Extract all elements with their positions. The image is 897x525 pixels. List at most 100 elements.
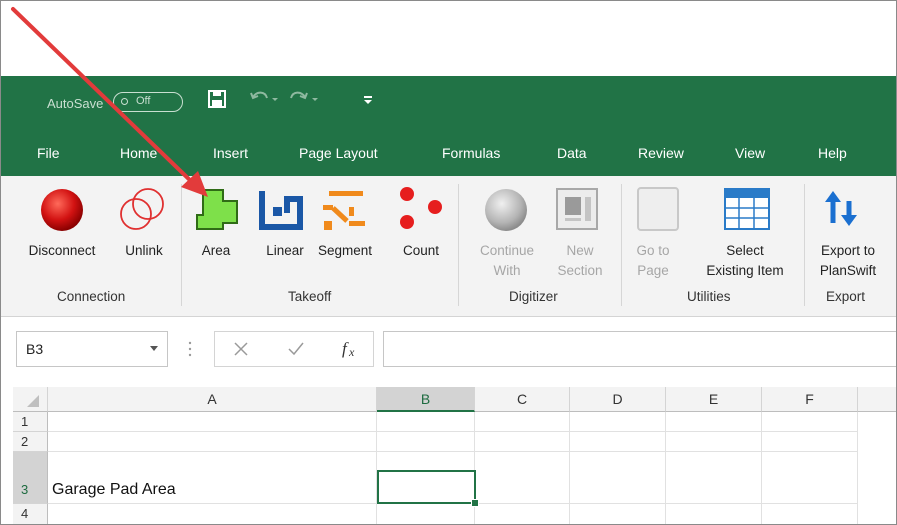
row-header-2[interactable]: 2: [13, 432, 48, 452]
grip-icon: [188, 341, 192, 357]
export-to-planswift-button[interactable]: Export to PlanSwift: [809, 241, 887, 281]
linear-icon[interactable]: [257, 189, 305, 231]
select-existing-item-icon[interactable]: [723, 187, 771, 231]
unlink-icon[interactable]: [117, 185, 167, 235]
cell-d4[interactable]: [570, 504, 666, 524]
cell-f3[interactable]: [762, 452, 858, 504]
cancel-icon[interactable]: [233, 341, 249, 357]
export-icon[interactable]: [821, 189, 861, 229]
continue-with-line1: Continue: [479, 243, 535, 258]
count-button[interactable]: Count: [395, 241, 447, 261]
window-top-area: [1, 1, 896, 76]
active-cell-b3[interactable]: [377, 470, 476, 504]
row-header-1[interactable]: 1: [13, 412, 48, 432]
column-header-e[interactable]: E: [666, 387, 762, 412]
row-header-3[interactable]: 3: [13, 452, 48, 504]
column-header-a[interactable]: A: [48, 387, 377, 412]
autosave-label: AutoSave: [47, 96, 104, 111]
save-icon[interactable]: [208, 89, 226, 109]
undo-icon[interactable]: [249, 89, 279, 109]
area-icon[interactable]: [193, 187, 241, 231]
cell-a3[interactable]: Garage Pad Area: [48, 452, 377, 504]
redo-icon[interactable]: [289, 89, 319, 109]
tab-insert[interactable]: Insert: [213, 145, 248, 161]
tab-view[interactable]: View: [735, 145, 765, 161]
count-icon[interactable]: [395, 185, 447, 231]
go-to-page-line2: Page: [637, 263, 669, 278]
tab-review[interactable]: Review: [638, 145, 684, 161]
column-header-g[interactable]: [858, 387, 896, 412]
cell-d2[interactable]: [570, 432, 666, 452]
group-label-takeoff: Takeoff: [288, 289, 332, 304]
cell-c4[interactable]: [475, 504, 570, 524]
export-line1: Export to: [820, 243, 876, 258]
enter-check-icon[interactable]: [287, 341, 305, 357]
fill-handle[interactable]: [471, 499, 479, 507]
name-box-value: B3: [26, 341, 44, 357]
cell-b1[interactable]: [377, 412, 475, 432]
tab-help[interactable]: Help: [818, 145, 847, 161]
cell-c1[interactable]: [475, 412, 570, 432]
new-section-line2: Section: [557, 263, 603, 278]
cell-d3[interactable]: [570, 452, 666, 504]
row-header-4[interactable]: 4: [13, 504, 48, 524]
cell-a3-value: Garage Pad Area: [52, 481, 176, 498]
tab-data[interactable]: Data: [557, 145, 587, 161]
customize-qat-icon[interactable]: [363, 95, 373, 105]
select-existing-item-line2: Existing Item: [706, 263, 784, 278]
segment-icon[interactable]: [321, 187, 371, 233]
group-separator: [804, 184, 805, 306]
toggle-dot-icon: [121, 98, 128, 105]
export-line2: PlanSwift: [819, 263, 877, 278]
unlink-button[interactable]: Unlink: [113, 241, 175, 261]
autosave-toggle[interactable]: Off: [113, 92, 183, 112]
select-existing-item-button[interactable]: Select Existing Item: [691, 241, 799, 281]
cell-a4[interactable]: [48, 504, 377, 524]
column-header-f[interactable]: F: [762, 387, 858, 412]
group-separator: [621, 184, 622, 306]
select-all-icon: [27, 395, 39, 407]
disconnect-button[interactable]: Disconnect: [16, 241, 108, 261]
new-section-button: New Section: [547, 241, 613, 281]
cell-f4[interactable]: [762, 504, 858, 524]
continue-with-line2: With: [493, 263, 521, 278]
row-header-3-label: 3: [21, 482, 29, 497]
group-label-digitizer: Digitizer: [509, 289, 558, 304]
insert-function-icon[interactable]: f x: [341, 338, 361, 360]
column-header-d[interactable]: D: [570, 387, 666, 412]
cell-e4[interactable]: [666, 504, 762, 524]
tab-formulas[interactable]: Formulas: [442, 145, 500, 161]
column-header-b[interactable]: B: [377, 387, 475, 412]
disconnect-icon[interactable]: [39, 187, 85, 233]
cell-c2[interactable]: [475, 432, 570, 452]
new-section-line1: New: [566, 243, 594, 258]
cell-d1[interactable]: [570, 412, 666, 432]
cell-e2[interactable]: [666, 432, 762, 452]
linear-button[interactable]: Linear: [257, 241, 313, 261]
cell-e1[interactable]: [666, 412, 762, 432]
select-all-corner[interactable]: [13, 387, 48, 412]
tab-home[interactable]: Home: [120, 145, 157, 161]
tab-page-layout[interactable]: Page Layout: [299, 145, 378, 161]
group-label-utilities: Utilities: [687, 289, 731, 304]
segment-button[interactable]: Segment: [315, 241, 375, 261]
cell-e3[interactable]: [666, 452, 762, 504]
tab-file[interactable]: File: [37, 145, 60, 161]
area-button[interactable]: Area: [196, 241, 236, 261]
cell-a1[interactable]: [48, 412, 377, 432]
cell-f2[interactable]: [762, 432, 858, 452]
cell-b2[interactable]: [377, 432, 475, 452]
group-label-export: Export: [826, 289, 866, 304]
cell-f1[interactable]: [762, 412, 858, 432]
group-separator: [458, 184, 459, 306]
cell-c3[interactable]: [475, 452, 570, 504]
formula-input[interactable]: [383, 331, 896, 367]
cell-b4[interactable]: [377, 504, 475, 524]
go-to-page-line1: Go to: [636, 243, 670, 258]
column-header-c[interactable]: C: [475, 387, 570, 412]
group-label-connection: Connection: [57, 289, 126, 304]
continue-with-button: Continue With: [467, 241, 547, 281]
svg-text:f: f: [342, 339, 349, 358]
chevron-down-icon[interactable]: [149, 345, 159, 353]
cell-a2[interactable]: [48, 432, 377, 452]
